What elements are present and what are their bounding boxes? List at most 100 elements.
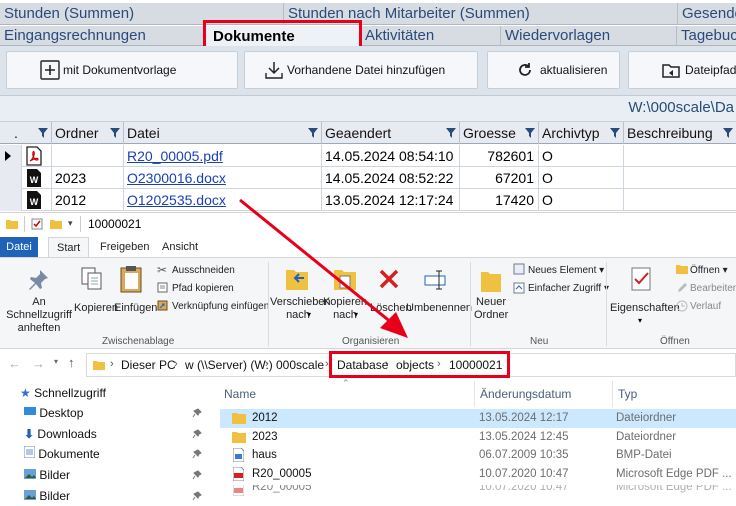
chevron-right-icon: › bbox=[174, 358, 178, 370]
breadcrumb-drive[interactable]: w (\\Server) (W:) bbox=[185, 358, 273, 372]
tab-ansicht[interactable]: Ansicht bbox=[154, 237, 206, 257]
filter-icon[interactable] bbox=[110, 128, 120, 138]
word-icon: W bbox=[27, 169, 41, 187]
list-item[interactable]: 2012 13.05.2024 12:17 Dateiordner bbox=[220, 409, 736, 428]
customize-dropdown-icon[interactable]: ▾ bbox=[68, 218, 73, 229]
file-path-button[interactable]: Dateipfad bbox=[628, 51, 736, 89]
list-item[interactable]: R20_00005 10.07.2020 10:47 Microsoft Edg… bbox=[220, 465, 736, 484]
file-icon-cell bbox=[22, 145, 52, 167]
nav-downloads[interactable]: ⬇ Downloads bbox=[24, 424, 97, 444]
breadcrumb-10000021[interactable]: 10000021 bbox=[449, 358, 502, 372]
grid-row[interactable]: W 2023 O2300016.docx 14.05.2024 08:52:22… bbox=[0, 167, 736, 189]
address-bar-row: ← → ▾ ↑ › Dieser PC › w (\\Server) (W:) … bbox=[0, 349, 736, 381]
list-item[interactable]: R20_00005 10.07.2020 10:47 Microsoft Edg… bbox=[220, 485, 736, 499]
list-item[interactable]: haus 06.07.2009 10:35 BMP-Datei bbox=[220, 446, 736, 465]
col-date[interactable]: Änderungsdatum bbox=[480, 387, 571, 401]
new-item-icon bbox=[513, 263, 525, 275]
col-type[interactable]: Typ bbox=[618, 387, 637, 401]
folder-icon bbox=[93, 361, 105, 370]
filter-icon[interactable] bbox=[723, 128, 733, 138]
scissors-icon: ✂ bbox=[157, 263, 168, 277]
add-existing-file-button[interactable]: Vorhandene Datei hinzufügen bbox=[244, 51, 478, 89]
pin-icon[interactable] bbox=[192, 449, 202, 459]
copy-to-dropdown-icon: ▾ bbox=[354, 310, 359, 319]
tab-dokumente[interactable]: Dokumente bbox=[205, 26, 361, 46]
file-icon-cell: W bbox=[22, 189, 52, 211]
col-indicator[interactable]: . bbox=[0, 122, 52, 144]
pin-icon[interactable] bbox=[192, 429, 202, 439]
list-item[interactable]: 2023 13.05.2024 12:45 Dateiordner bbox=[220, 428, 736, 447]
star-icon: ★ bbox=[20, 386, 31, 400]
new-from-template-button[interactable]: mit Dokumentvorlage bbox=[6, 51, 238, 89]
pin-icon[interactable] bbox=[192, 491, 202, 501]
properties-check-icon[interactable] bbox=[31, 218, 43, 230]
cell-archivtyp: O bbox=[539, 145, 624, 167]
properties-icon bbox=[631, 267, 651, 291]
col-name[interactable]: Name bbox=[224, 387, 256, 401]
col-geaendert[interactable]: Geaendert bbox=[322, 122, 460, 144]
path-bar: W:\000scale\Da bbox=[0, 96, 736, 122]
breadcrumb-000scale[interactable]: 000scale bbox=[276, 358, 324, 372]
filter-icon[interactable] bbox=[610, 128, 620, 138]
cell-datei[interactable]: O1202535.docx bbox=[124, 189, 322, 211]
cell-datei[interactable]: R20_00005.pdf bbox=[124, 145, 322, 167]
col-groesse[interactable]: Groesse bbox=[460, 122, 539, 144]
filter-icon[interactable] bbox=[525, 128, 535, 138]
grid-header: . Ordner Datei Geaendert Groesse Archivt… bbox=[0, 122, 736, 144]
col-datei[interactable]: Datei bbox=[124, 122, 322, 144]
group-label-new: Neu bbox=[530, 336, 549, 347]
word-icon: W bbox=[27, 191, 41, 209]
breadcrumb-this-pc[interactable]: Dieser PC bbox=[121, 358, 176, 372]
group-label-open: Öffnen bbox=[660, 336, 690, 347]
copy-icon bbox=[81, 267, 102, 290]
breadcrumb-database[interactable]: Database bbox=[337, 358, 388, 372]
navigation-pane: ★ Schnellzugriff Desktop ⬇ Downloads Dok… bbox=[0, 381, 208, 506]
svg-text:W: W bbox=[30, 175, 39, 185]
file-list-header: ⌃ Name Änderungsdatum Typ bbox=[212, 378, 736, 407]
col-archivtyp[interactable]: Archivtyp bbox=[539, 122, 624, 144]
cell-beschreibung bbox=[624, 189, 736, 211]
nav-pictures[interactable]: Bilder bbox=[24, 465, 70, 485]
tab-wiedervorlagen[interactable]: Wiedervorlagen bbox=[501, 26, 677, 46]
breadcrumb-objects[interactable]: objects bbox=[396, 358, 434, 372]
up-icon[interactable]: ↑ bbox=[68, 355, 75, 370]
cell-ordner: 2012 bbox=[52, 189, 124, 211]
recent-dropdown-icon[interactable]: ▾ bbox=[54, 357, 58, 366]
address-bar[interactable]: › Dieser PC › w (\\Server) (W:) › 000sca… bbox=[86, 353, 736, 377]
pin-icon[interactable] bbox=[192, 470, 202, 480]
cell-datei[interactable]: O2300016.docx bbox=[124, 167, 322, 189]
col-ordner[interactable]: Ordner bbox=[52, 122, 124, 144]
filter-icon[interactable] bbox=[308, 128, 318, 138]
tab-aktivitaeten[interactable]: Aktivitäten bbox=[361, 26, 501, 46]
tab-freigeben[interactable]: Freigeben bbox=[92, 237, 158, 257]
cell-beschreibung bbox=[624, 167, 736, 189]
group-divider bbox=[470, 262, 471, 346]
svg-text:W: W bbox=[30, 197, 39, 207]
refresh-button[interactable]: aktualisieren bbox=[487, 51, 620, 89]
tab-stunden-mitarbeiter[interactable]: Stunden nach Mitarbeiter (Summen) bbox=[284, 3, 678, 25]
tab-start[interactable]: Start bbox=[48, 237, 90, 257]
filter-icon[interactable] bbox=[446, 128, 456, 138]
nav-pictures[interactable]: Bilder bbox=[24, 486, 70, 506]
grid-row[interactable]: R20_00005.pdf 14.05.2024 08:54:10 782601… bbox=[0, 145, 736, 167]
col-beschreibung[interactable]: Beschreibung bbox=[624, 122, 736, 144]
pin-icon[interactable] bbox=[192, 408, 202, 418]
group-label-organize: Organisieren bbox=[342, 336, 400, 347]
forward-icon[interactable]: → bbox=[32, 356, 45, 371]
tab-tagebuch[interactable]: Tagebuch bbox=[677, 26, 736, 46]
grid-row[interactable]: W 2012 O1202535.docx 13.05.2024 12:17:24… bbox=[0, 189, 736, 211]
tab-datei[interactable]: Datei bbox=[0, 237, 38, 257]
nav-quick-access[interactable]: ★ Schnellzugriff bbox=[20, 383, 106, 403]
copy-path-icon bbox=[157, 282, 168, 293]
tab-eingangsrechnungen[interactable]: Eingangsrechnungen bbox=[0, 26, 205, 46]
back-icon[interactable]: ← bbox=[8, 356, 21, 371]
filter-icon[interactable] bbox=[38, 128, 48, 138]
tab-row-2: Eingangsrechnungen Dokumente Aktivitäten… bbox=[0, 26, 736, 46]
new-folder-icon[interactable] bbox=[50, 218, 62, 230]
nav-desktop[interactable]: Desktop bbox=[24, 403, 83, 423]
tab-stunden-summen[interactable]: Stunden (Summen) bbox=[0, 3, 284, 25]
tab-gesendet[interactable]: Gesende bbox=[678, 3, 736, 25]
copy-to-icon bbox=[334, 270, 356, 290]
nav-documents[interactable]: Dokumente bbox=[23, 444, 100, 464]
rename-icon bbox=[424, 270, 446, 290]
